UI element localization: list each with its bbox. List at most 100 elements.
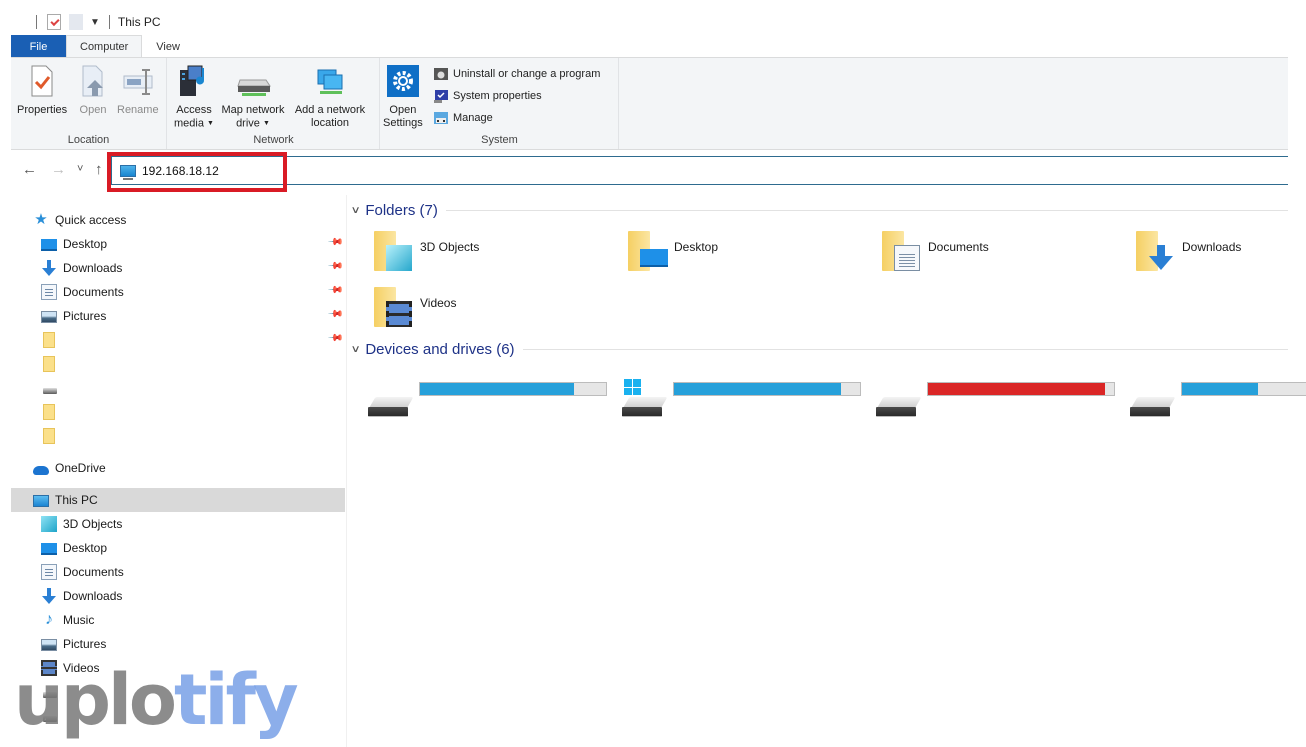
drive-tile[interactable] <box>860 379 1115 429</box>
drive-usage-fill <box>420 383 575 395</box>
pin-icon[interactable]: 📌 <box>326 282 343 299</box>
group-label-network: Network <box>253 134 294 146</box>
open-button[interactable]: Open <box>77 64 109 117</box>
rename-icon <box>122 64 154 98</box>
sidebar-item-folder[interactable] <box>11 352 345 376</box>
pin-icon[interactable]: 📌 <box>326 234 343 251</box>
drive-usage-bar <box>1181 382 1306 396</box>
devices-section-header[interactable]: ∨ Devices and drives (6) <box>351 341 1288 358</box>
ribbon-group-location: Properties Open Rename Location <box>11 58 167 149</box>
manage-button[interactable]: Manage <box>433 109 493 127</box>
dropdown-caret-icon: ▼ <box>207 120 214 127</box>
folder-icon <box>43 404 55 420</box>
drive-usage-fill <box>928 383 1105 395</box>
drive-tile[interactable] <box>1114 379 1306 429</box>
rename-button[interactable]: Rename <box>117 64 159 117</box>
folder-tile-downloads[interactable]: Downloads <box>1114 231 1306 281</box>
drive-usage-bar <box>927 382 1115 396</box>
drive-tile[interactable] <box>606 379 861 429</box>
pin-icon[interactable]: 📌 <box>326 330 343 347</box>
access-media-button[interactable]: Access media ▼ <box>174 64 214 130</box>
dropdown-caret-icon: ▼ <box>262 120 270 127</box>
open-label: Open <box>79 104 107 116</box>
sidebar-item-downloads[interactable]: Downloads 📌 <box>11 256 345 280</box>
3d-objects-icon <box>41 516 57 532</box>
sidebar-item-3d-objects[interactable]: 3D Objects <box>11 512 345 536</box>
sidebar-item-music[interactable]: ♪ Music <box>11 608 345 632</box>
settings-gear-icon <box>386 64 419 98</box>
sidebar-item-documents[interactable]: Documents 📌 <box>11 280 345 304</box>
open-settings-button[interactable]: Open Settings <box>383 64 423 130</box>
properties-icon[interactable] <box>47 14 61 30</box>
system-properties-button[interactable]: System properties <box>433 87 542 105</box>
pin-icon[interactable]: 📌 <box>326 306 343 323</box>
sidebar-item-pictures[interactable]: Pictures <box>11 632 345 656</box>
window-title: This PC <box>117 15 161 29</box>
sidebar-item-documents[interactable]: Documents <box>11 560 345 584</box>
separator <box>108 15 110 29</box>
ribbon-tabs: File Computer View <box>11 35 1288 58</box>
properties-icon <box>26 64 58 98</box>
star-icon: ★ <box>34 211 48 228</box>
sidebar-item-quick-access[interactable]: ★ Quick access <box>11 208 345 232</box>
tab-view[interactable]: View <box>142 35 194 58</box>
chevron-down-icon: ∨ <box>350 205 361 216</box>
sidebar-item-this-pc[interactable]: This PC <box>11 488 345 512</box>
desktop-icon <box>41 239 57 251</box>
section-divider <box>522 349 1288 350</box>
sidebar-item-drive[interactable] <box>11 376 345 400</box>
folder-icon <box>43 428 55 444</box>
folder-tile-videos[interactable]: Videos <box>352 287 602 337</box>
hard-drive-icon <box>368 397 412 417</box>
folder-tile-desktop[interactable]: Desktop <box>606 231 856 281</box>
drive-tile[interactable] <box>352 379 607 429</box>
documents-icon <box>894 245 920 271</box>
sidebar-item-folder[interactable]: 📌 <box>11 328 345 352</box>
address-bar[interactable] <box>111 156 1288 185</box>
sidebar-item-onedrive[interactable]: OneDrive <box>11 456 345 480</box>
sidebar-item-videos[interactable]: Videos <box>11 656 345 680</box>
pin-icon[interactable]: 📌 <box>326 258 343 275</box>
tab-file[interactable]: File <box>11 35 66 58</box>
add-network-location-button[interactable]: Add a network location <box>292 64 368 130</box>
documents-icon <box>41 564 57 580</box>
sidebar-item-folder[interactable] <box>11 424 345 448</box>
folder-tile-3d-objects[interactable]: 3D Objects <box>352 231 602 281</box>
manage-icon <box>433 111 449 125</box>
open-settings-label: Open Settings <box>383 104 423 129</box>
address-input[interactable] <box>142 163 262 178</box>
map-network-drive-label: Map network drive ▼ <box>221 104 285 130</box>
new-folder-icon[interactable] <box>69 14 83 30</box>
sidebar-item-desktop[interactable]: Desktop 📌 <box>11 232 345 256</box>
access-media-label: Access media ▼ <box>174 104 214 130</box>
pictures-icon <box>41 311 57 323</box>
sidebar-item-desktop[interactable]: Desktop <box>11 536 345 560</box>
pane-divider[interactable] <box>346 195 347 747</box>
up-button[interactable]: ↑ <box>95 161 103 178</box>
folder-tile-documents[interactable]: Documents <box>860 231 1110 281</box>
windows-logo-icon <box>624 379 641 395</box>
map-network-drive-button[interactable]: Map network drive ▼ <box>218 64 288 130</box>
back-button[interactable]: ← <box>22 161 37 178</box>
sidebar-item-drive[interactable] <box>11 704 345 728</box>
sidebar-item-folder[interactable] <box>11 400 345 424</box>
pictures-icon <box>41 639 57 651</box>
group-label-system: System <box>481 134 518 146</box>
forward-button[interactable]: → <box>51 161 66 178</box>
3d-objects-icon <box>386 245 412 271</box>
customize-dropdown-icon[interactable]: ▼ <box>90 17 100 28</box>
videos-icon <box>386 301 412 327</box>
folders-section-header[interactable]: ∨ Folders (7) <box>350 202 1288 219</box>
downloads-icon <box>1148 245 1174 271</box>
section-divider <box>445 210 1288 211</box>
sidebar-item-pictures[interactable]: Pictures 📌 <box>11 304 345 328</box>
drive-usage-fill <box>674 383 842 395</box>
uninstall-program-button[interactable]: Uninstall or change a program <box>433 65 600 83</box>
title-bar: ▼ This PC <box>0 8 1288 36</box>
properties-label: Properties <box>17 104 68 116</box>
sidebar-item-drive[interactable] <box>11 680 345 704</box>
recent-locations-button[interactable]: ˅ <box>77 163 83 175</box>
tab-computer[interactable]: Computer <box>66 35 143 58</box>
properties-button[interactable]: Properties <box>17 64 67 117</box>
sidebar-item-downloads[interactable]: Downloads <box>11 584 345 608</box>
